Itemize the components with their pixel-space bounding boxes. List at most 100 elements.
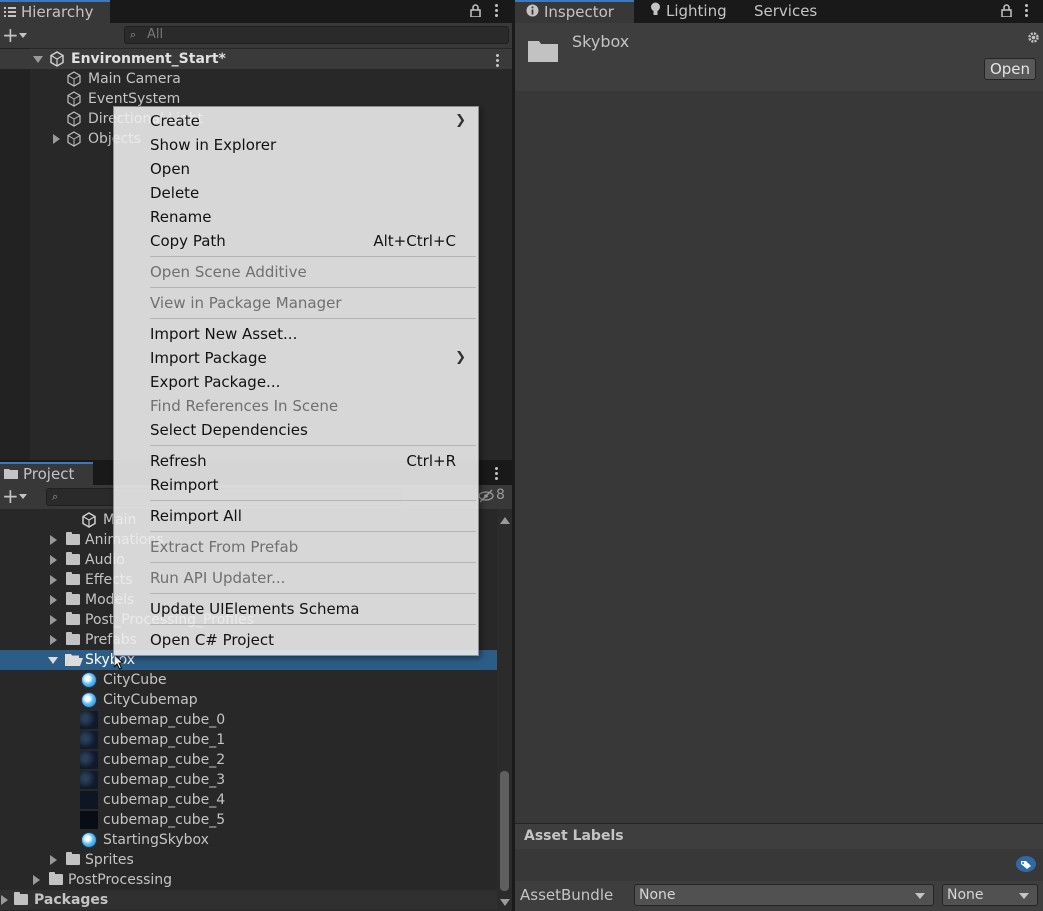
scrollbar-thumb[interactable] xyxy=(500,771,509,891)
gameobject-icon xyxy=(66,131,82,147)
expand-arrow-icon[interactable] xyxy=(33,875,40,885)
tab-hierarchy[interactable]: Hierarchy xyxy=(0,0,110,23)
menu-item-import-package[interactable]: Import Package ❯ xyxy=(114,346,478,370)
expand-arrow-icon[interactable] xyxy=(50,595,57,605)
expand-arrow-icon[interactable] xyxy=(50,555,57,565)
project-item[interactable]: cubemap_cube_4 xyxy=(0,790,497,810)
gameobject-icon xyxy=(66,71,82,87)
inspector-menu-icon[interactable] xyxy=(1025,4,1028,19)
asset-name: Skybox xyxy=(572,32,630,51)
asset-labels-title: Asset Labels xyxy=(524,828,624,844)
menu-item-open[interactable]: Open xyxy=(114,157,478,181)
lightbulb-icon xyxy=(650,0,661,23)
menu-item-reimport[interactable]: Reimport xyxy=(114,473,478,497)
add-dropdown-icon[interactable] xyxy=(19,33,27,38)
expand-arrow-icon[interactable] xyxy=(33,56,43,63)
menu-item-select-dependencies[interactable]: Select Dependencies xyxy=(114,418,478,442)
tab-inspector-label: Inspector xyxy=(544,3,614,21)
folder-icon xyxy=(66,852,80,865)
project-item[interactable]: cubemap_cube_2 xyxy=(0,750,497,770)
menu-separator xyxy=(150,593,476,594)
project-item[interactable]: cubemap_cube_5 xyxy=(0,810,497,830)
menu-item-label: Open C# Project xyxy=(150,631,274,649)
lock-icon[interactable] xyxy=(470,4,481,21)
menu-item-delete[interactable]: Delete xyxy=(114,181,478,205)
tab-services[interactable]: Services xyxy=(750,0,840,23)
menu-item-label: Run API Updater... xyxy=(150,569,286,587)
info-icon xyxy=(526,2,539,23)
project-item[interactable]: Sprites xyxy=(0,850,497,870)
menu-item-reimport-all[interactable]: Reimport All xyxy=(114,504,478,528)
submenu-arrow-icon: ❯ xyxy=(455,350,466,365)
tab-lighting[interactable]: Lighting xyxy=(646,0,756,23)
tab-inspector[interactable]: Inspector xyxy=(515,0,634,23)
expand-arrow-icon[interactable] xyxy=(50,575,57,585)
menu-item-refresh[interactable]: Refresh Ctrl+R xyxy=(114,449,478,473)
texture-thumbnail-icon xyxy=(80,731,98,749)
label-tag-icon[interactable] xyxy=(1015,855,1037,877)
inspector-body: Skybox Open Asset Labels AssetBundle Non… xyxy=(515,23,1043,911)
hierarchy-menu-icon[interactable] xyxy=(495,4,498,19)
expand-arrow-icon[interactable] xyxy=(1,895,8,905)
menu-item-export-package[interactable]: Export Package... xyxy=(114,370,478,394)
expand-arrow-icon[interactable] xyxy=(50,535,57,545)
settings-gear-icon[interactable] xyxy=(1027,31,1040,48)
lock-icon[interactable] xyxy=(1001,4,1012,21)
menu-item-rename[interactable]: Rename xyxy=(114,205,478,229)
gameobject-icon xyxy=(66,111,82,127)
menu-item-import-new-asset[interactable]: Import New Asset... xyxy=(114,322,478,346)
hierarchy-item[interactable]: Main Camera xyxy=(0,69,512,89)
menu-item-update-uielements-schema[interactable]: Update UIElements Schema xyxy=(114,597,478,621)
project-item[interactable]: cubemap_cube_1 xyxy=(0,730,497,750)
texture-thumbnail-icon xyxy=(80,791,98,809)
add-icon[interactable]: + xyxy=(2,486,19,506)
project-item[interactable]: Packages xyxy=(0,890,497,910)
scene-row[interactable]: Environment_Start* xyxy=(0,49,512,69)
menu-separator xyxy=(150,318,476,319)
menu-item-create[interactable]: Create ❯ xyxy=(114,109,478,133)
folder-icon xyxy=(4,464,18,485)
project-item-label: cubemap_cube_3 xyxy=(103,772,226,788)
add-icon[interactable]: + xyxy=(2,25,19,45)
project-item[interactable]: StartingSkybox xyxy=(0,830,497,850)
asset-labels-header: Asset Labels xyxy=(515,823,1043,849)
material-icon xyxy=(81,672,97,688)
menu-item-show-in-explorer[interactable]: Show in Explorer xyxy=(114,133,478,157)
menu-item-find-references: Find References In Scene xyxy=(114,394,478,418)
inspector-header: Skybox Open xyxy=(515,23,1043,91)
assetbundle-label: AssetBundle xyxy=(520,886,614,904)
project-item[interactable]: CityCubemap xyxy=(0,690,497,710)
chevron-down-icon xyxy=(1019,893,1029,899)
menu-separator xyxy=(150,500,476,501)
expand-arrow-icon[interactable] xyxy=(50,855,57,865)
expand-arrow-icon[interactable] xyxy=(50,635,57,645)
scene-menu-icon[interactable] xyxy=(496,54,499,69)
project-menu-icon[interactable] xyxy=(495,467,498,482)
expand-arrow-icon[interactable] xyxy=(53,134,60,144)
collapse-arrow-icon[interactable] xyxy=(48,657,58,664)
menu-item-label: Rename xyxy=(150,208,212,226)
tab-project[interactable]: Project xyxy=(0,462,93,485)
menu-item-view-in-package-manager: View in Package Manager xyxy=(114,291,478,315)
expand-arrow-icon[interactable] xyxy=(50,615,57,625)
assetbundle-dropdown[interactable]: None xyxy=(634,884,934,906)
assetbundle-row: AssetBundle None None xyxy=(515,881,1043,911)
project-item[interactable]: CityCube xyxy=(0,670,497,690)
open-button[interactable]: Open xyxy=(984,58,1036,80)
project-item[interactable]: cubemap_cube_0 xyxy=(0,710,497,730)
material-icon xyxy=(81,692,97,708)
menu-item-copy-path[interactable]: Copy Path Alt+Ctrl+C xyxy=(114,229,478,253)
scroll-up-icon[interactable] xyxy=(500,517,510,524)
scroll-down-icon[interactable] xyxy=(500,899,510,906)
project-item[interactable]: PostProcessing xyxy=(0,870,497,890)
folder-icon xyxy=(66,592,80,605)
menu-item-label: Import Package xyxy=(150,349,267,367)
hierarchy-tabbar: Hierarchy xyxy=(0,0,512,23)
assetbundle-variant-dropdown[interactable]: None xyxy=(942,884,1038,906)
add-dropdown-icon[interactable] xyxy=(19,494,27,499)
eye-hidden-icon[interactable] xyxy=(478,489,494,507)
hierarchy-search-input[interactable]: ⌕ All xyxy=(124,26,509,44)
menu-item-open-csharp-project[interactable]: Open C# Project xyxy=(114,628,478,652)
project-scrollbar[interactable] xyxy=(497,509,512,911)
project-item[interactable]: cubemap_cube_3 xyxy=(0,770,497,790)
